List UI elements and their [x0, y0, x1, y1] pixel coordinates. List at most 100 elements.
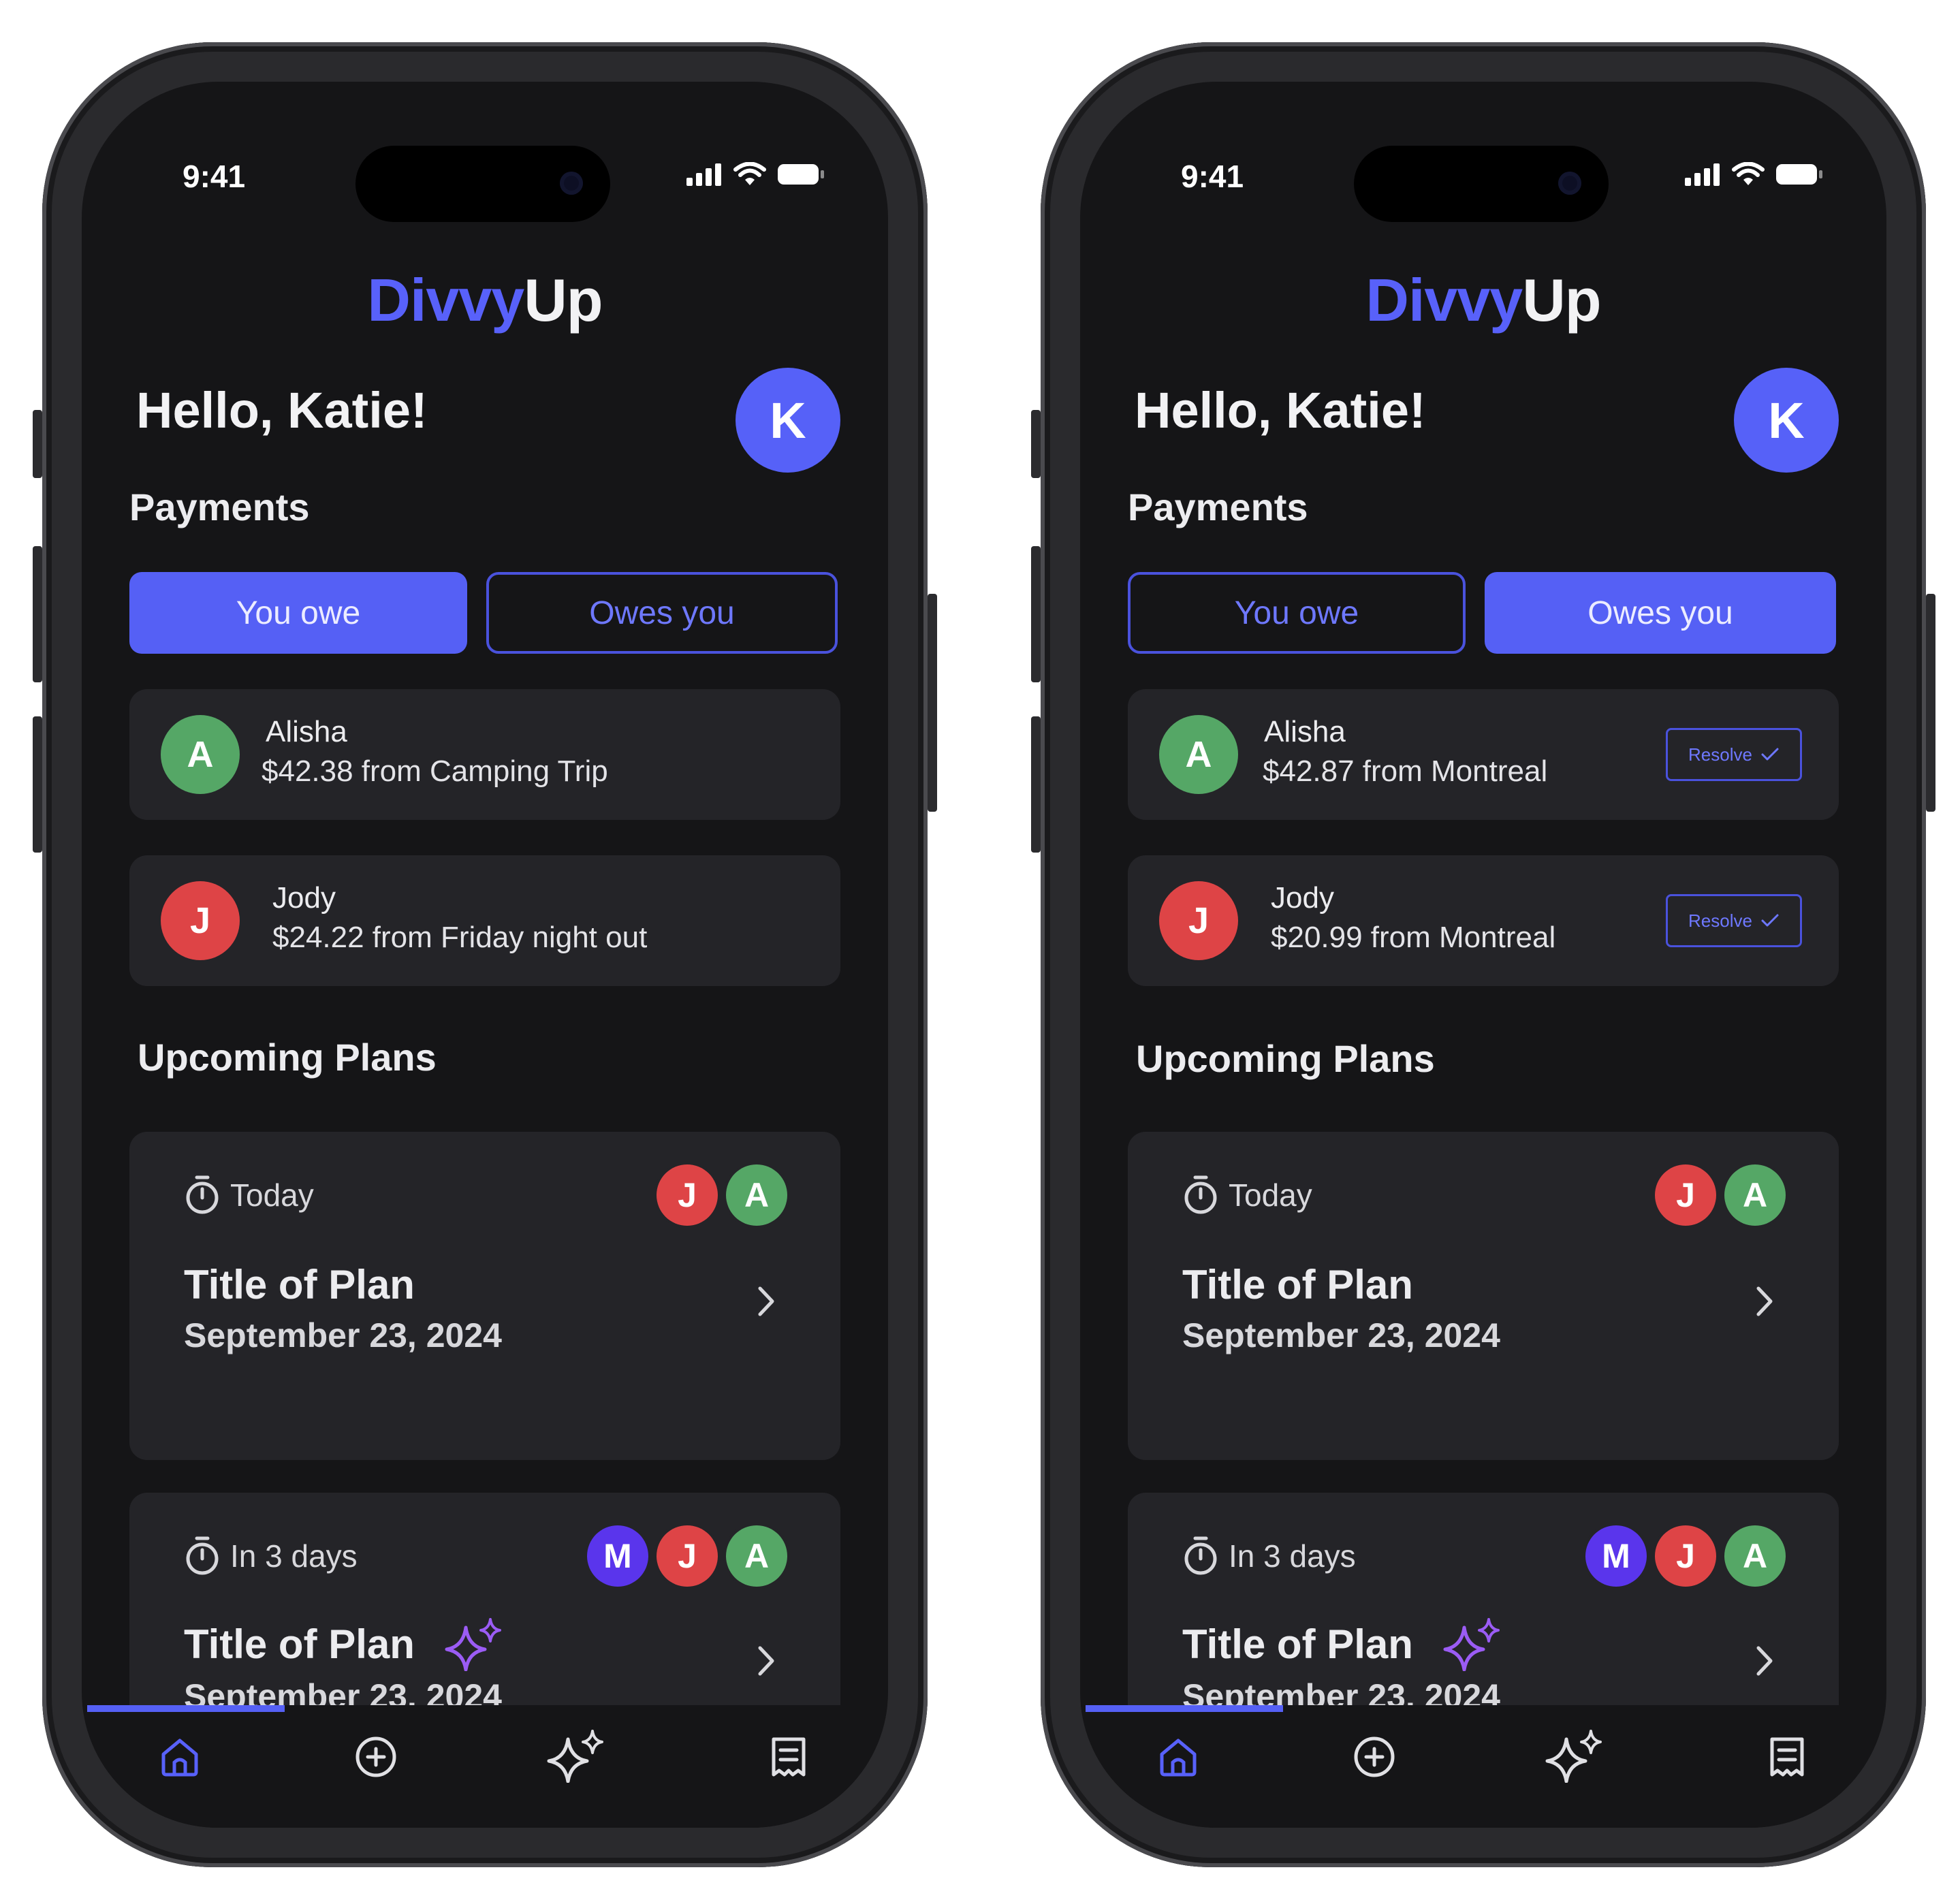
app-logo: DivvyUp: [82, 266, 888, 335]
member-avatar: A: [1724, 1525, 1786, 1587]
avatar: A: [1159, 715, 1238, 794]
timer-icon: [186, 1536, 219, 1575]
plan-title: Title of Plan: [184, 1621, 415, 1667]
plan-title: Title of Plan: [1182, 1262, 1413, 1307]
screen: 9:41 DivvyUp Hello, Katie! K Payments Yo…: [82, 82, 888, 1828]
payment-detail: $20.99 from Montreal: [1271, 921, 1556, 954]
plus-circle-icon[interactable]: [354, 1735, 398, 1779]
greeting: Hello, Katie!: [136, 382, 428, 439]
timer-icon: [1184, 1536, 1217, 1575]
side-button: [33, 410, 42, 478]
battery-icon: [778, 164, 824, 185]
plan-date: September 23, 2024: [184, 1316, 502, 1354]
member-avatar: A: [726, 1525, 787, 1587]
home-icon[interactable]: [158, 1735, 202, 1779]
payment-item[interactable]: J Jody $24.22 from Friday night out: [129, 855, 840, 986]
sparkle-icon: [445, 1618, 501, 1671]
tab-you-owe[interactable]: You owe: [129, 572, 467, 654]
member-avatar: A: [726, 1164, 787, 1226]
logo-divvy: Divvy: [367, 266, 524, 334]
side-button: [1031, 410, 1041, 478]
greeting: Hello, Katie!: [1135, 382, 1426, 439]
wifi-icon: [1732, 162, 1765, 185]
member-avatar: M: [587, 1525, 648, 1587]
plan-card[interactable]: Today J A Title of Plan September 23, 20…: [1128, 1132, 1839, 1460]
plan-when: Today: [230, 1177, 314, 1213]
receipt-icon[interactable]: [770, 1735, 808, 1779]
logo-divvy: Divvy: [1365, 266, 1523, 334]
status-time: 9:41: [183, 159, 246, 194]
signal-icon: [1685, 163, 1720, 186]
resolve-label: Resolve: [1688, 744, 1752, 765]
payments-heading: Payments: [1128, 486, 1308, 528]
chevron-right-icon[interactable]: [756, 1644, 776, 1678]
member-avatar: J: [1655, 1164, 1716, 1226]
home-icon[interactable]: [1156, 1735, 1200, 1779]
check-icon: [1761, 748, 1779, 761]
plus-circle-icon[interactable]: [1353, 1735, 1396, 1779]
member-avatar: J: [657, 1164, 718, 1226]
tab-bar: [82, 1705, 888, 1828]
member-avatar: J: [657, 1525, 718, 1587]
timer-icon: [186, 1175, 219, 1214]
plan-title: Title of Plan: [1182, 1621, 1413, 1667]
plan-title: Title of Plan: [184, 1262, 415, 1307]
avatar: A: [161, 715, 240, 794]
volume-up-button: [1031, 546, 1041, 682]
tab-owes-you[interactable]: Owes you: [1485, 572, 1836, 654]
payment-item[interactable]: J Jody $20.99 from Montreal Resolve: [1128, 855, 1839, 986]
app-logo: DivvyUp: [1080, 266, 1886, 335]
camera-icon: [560, 172, 583, 195]
tab-you-owe[interactable]: You owe: [1128, 572, 1466, 654]
status-icons: [685, 162, 825, 187]
tab-indicator: [87, 1705, 285, 1712]
phone-frame-left: 9:41 DivvyUp Hello, Katie! K Payments Yo…: [33, 42, 937, 1867]
tab-indicator: [1086, 1705, 1283, 1712]
plan-date: September 23, 2024: [1182, 1316, 1500, 1354]
member-avatar: A: [1724, 1164, 1786, 1226]
logo-up: Up: [524, 266, 603, 334]
plan-when: In 3 days: [1229, 1538, 1356, 1574]
profile-avatar[interactable]: K: [1734, 368, 1839, 473]
sparkle-icon[interactable]: [545, 1728, 610, 1783]
payment-name: Jody: [1271, 881, 1334, 915]
payment-detail: $42.38 from Camping Trip: [262, 755, 608, 788]
payment-item[interactable]: A Alisha $42.87 from Montreal Resolve: [1128, 689, 1839, 820]
chevron-right-icon[interactable]: [1754, 1284, 1775, 1318]
status-icons: [1684, 162, 1824, 187]
sparkle-icon: [1443, 1618, 1500, 1671]
payment-item[interactable]: A Alisha $42.38 from Camping Trip: [129, 689, 840, 820]
tab-bar: [1080, 1705, 1886, 1828]
signal-icon: [686, 163, 721, 186]
logo-up: Up: [1522, 266, 1601, 334]
tab-owes-you[interactable]: Owes you: [486, 572, 838, 654]
payment-name: Alisha: [1264, 715, 1346, 748]
sparkle-icon[interactable]: [1543, 1728, 1609, 1783]
phone-frame-right: 9:41 DivvyUp Hello, Katie! K Payments Yo…: [1031, 42, 1935, 1867]
resolve-label: Resolve: [1688, 910, 1752, 931]
upcoming-plans-heading: Upcoming Plans: [138, 1036, 437, 1079]
payment-name: Jody: [272, 881, 336, 915]
timer-icon: [1184, 1175, 1217, 1214]
avatar: J: [1159, 881, 1238, 960]
payments-heading: Payments: [129, 486, 310, 528]
power-button: [1926, 594, 1935, 812]
chevron-right-icon[interactable]: [1754, 1644, 1775, 1678]
dynamic-island: [1354, 146, 1609, 222]
resolve-button[interactable]: Resolve: [1666, 728, 1802, 781]
upcoming-plans-heading: Upcoming Plans: [1136, 1037, 1435, 1080]
dynamic-island: [355, 146, 610, 222]
member-avatar: J: [1655, 1525, 1716, 1587]
chevron-right-icon[interactable]: [756, 1284, 776, 1318]
payment-detail: $24.22 from Friday night out: [272, 921, 648, 954]
check-icon: [1761, 914, 1779, 927]
payment-name: Alisha: [266, 715, 347, 748]
payment-detail: $42.87 from Montreal: [1263, 755, 1548, 788]
receipt-icon[interactable]: [1768, 1735, 1806, 1779]
volume-up-button: [33, 546, 42, 682]
avatar: J: [161, 881, 240, 960]
profile-avatar[interactable]: K: [736, 368, 840, 473]
resolve-button[interactable]: Resolve: [1666, 894, 1802, 947]
plan-card[interactable]: Today J A Title of Plan September 23, 20…: [129, 1132, 840, 1460]
plan-when: In 3 days: [230, 1538, 358, 1574]
